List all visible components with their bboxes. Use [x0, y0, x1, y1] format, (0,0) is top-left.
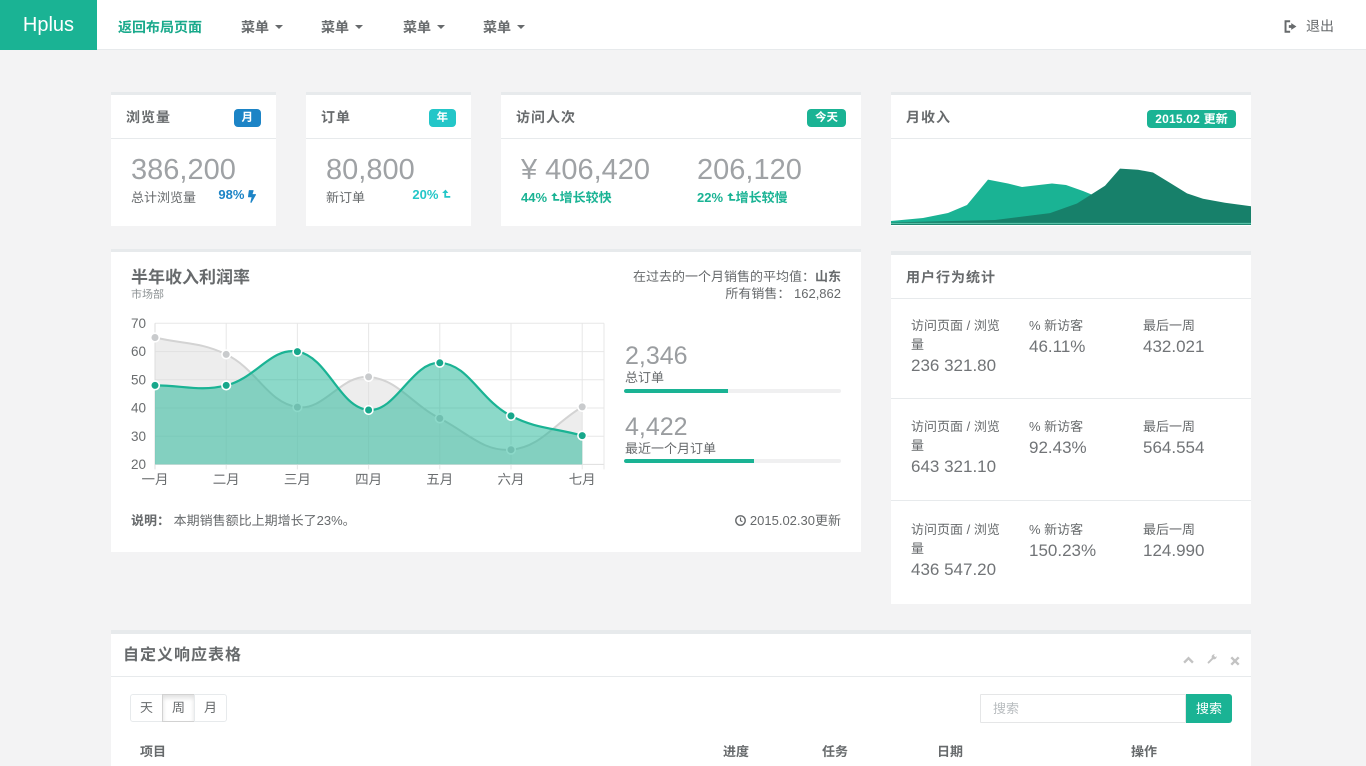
- svg-text:二月: 二月: [213, 472, 240, 487]
- svg-text:70: 70: [131, 315, 146, 330]
- svg-text:三月: 三月: [284, 472, 311, 487]
- svg-text:20: 20: [131, 457, 146, 472]
- svg-text:五月: 五月: [426, 472, 453, 487]
- svg-text:六月: 六月: [498, 472, 525, 487]
- svg-text:40: 40: [131, 400, 146, 415]
- svg-text:一月: 一月: [142, 472, 169, 487]
- svg-text:四月: 四月: [355, 472, 382, 487]
- svg-text:50: 50: [131, 372, 146, 387]
- svg-text:30: 30: [131, 428, 146, 443]
- svg-text:60: 60: [131, 344, 146, 359]
- svg-text:七月: 七月: [569, 472, 596, 487]
